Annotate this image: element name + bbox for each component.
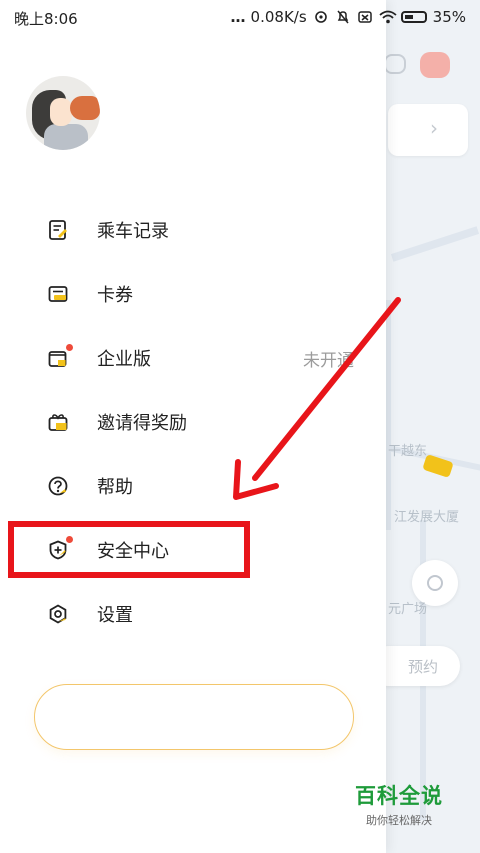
menu-item-trip-records[interactable]: 乘车记录: [0, 198, 386, 262]
help-circle-icon: [48, 476, 68, 496]
battery-percent: 35%: [432, 8, 466, 26]
menu-label: 乘车记录: [97, 221, 169, 242]
mute-bell-icon: [335, 10, 351, 24]
enterprise-status: 未开通: [303, 350, 354, 371]
side-drawer: 乘车记录 卡券 企业版 未开通 邀请得奖励 帮助 安全中心 设置: [0, 0, 386, 853]
menu-label: 帮助: [97, 477, 133, 498]
watermark-subtitle: 助你轻松解决: [366, 814, 432, 827]
hotspot-icon: [313, 10, 329, 24]
avatar[interactable]: [26, 76, 100, 150]
network-speed: 0.08K/s: [250, 8, 307, 26]
gear-icon: [48, 604, 68, 624]
drawer-menu: 乘车记录 卡券 企业版 未开通 邀请得奖励 帮助 安全中心 设置: [0, 198, 386, 646]
map-card[interactable]: ›: [388, 104, 468, 156]
watermark: 百科全说 助你轻松解决: [344, 780, 454, 828]
coupon-icon: [48, 284, 68, 304]
menu-item-enterprise[interactable]: 企业版 未开通: [0, 326, 386, 390]
status-time: 晚上8:06: [14, 10, 78, 28]
reserve-label: 预约: [408, 658, 439, 676]
map-label: 江发展大厦: [394, 510, 460, 525]
chat-icon[interactable]: [384, 54, 406, 74]
menu-label: 企业版: [97, 349, 151, 370]
map-label: 干越东: [388, 444, 428, 459]
menu-item-settings[interactable]: 设置: [0, 582, 386, 646]
menu-label: 卡券: [97, 285, 133, 306]
more-dots-icon: …: [230, 8, 246, 26]
no-sim-icon: [357, 10, 373, 24]
wifi-icon: [379, 10, 397, 24]
status-bar: 晚上8:06 … 0.08K/s 35%: [0, 0, 480, 34]
menu-label: 邀请得奖励: [97, 413, 187, 434]
enterprise-folder-icon: [48, 348, 68, 368]
receipt-edit-icon: [48, 220, 68, 240]
gift-icon: [48, 412, 68, 432]
menu-item-help[interactable]: 帮助: [0, 454, 386, 518]
battery-icon: [400, 11, 427, 23]
annotation-highlight-box: [8, 521, 250, 578]
map-road: [390, 226, 480, 262]
bottom-banner-button[interactable]: [34, 684, 354, 750]
badge-dot: [66, 344, 73, 351]
status-right: … 0.08K/s 35%: [231, 8, 466, 26]
menu-item-coupons[interactable]: 卡券: [0, 262, 386, 326]
map-label: 元广场: [388, 602, 428, 617]
menu-item-invite-rewards[interactable]: 邀请得奖励: [0, 390, 386, 454]
promo-icon[interactable]: [420, 52, 450, 78]
watermark-title: 百科全说: [355, 784, 443, 808]
chevron-right-icon: ›: [430, 116, 438, 140]
menu-label: 设置: [97, 605, 133, 626]
